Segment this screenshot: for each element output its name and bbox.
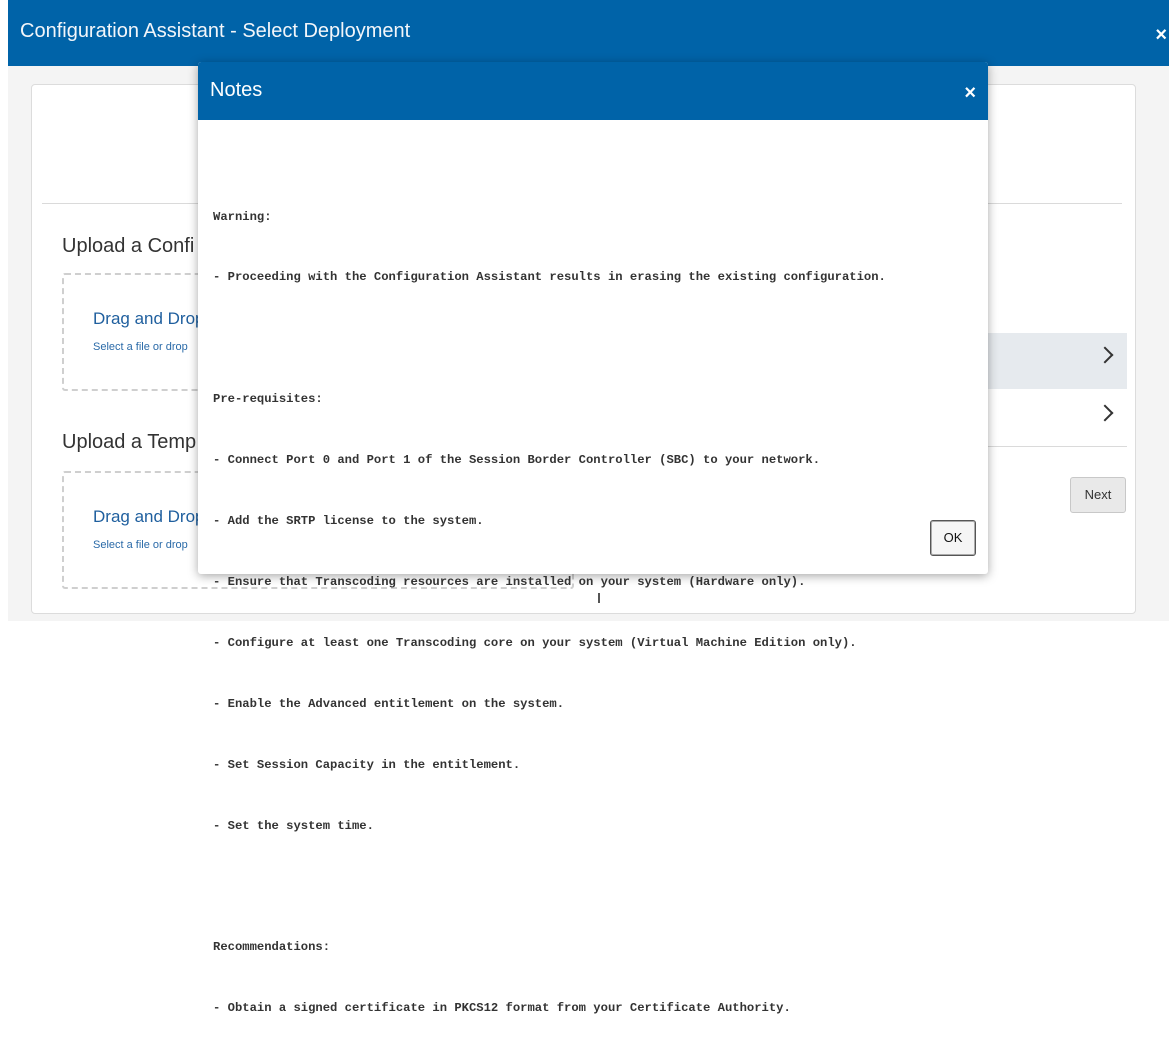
notes-line: - Add the SRTP license to the system.: [213, 514, 484, 529]
notes-line: - Enable the Advanced entitlement on the…: [213, 696, 565, 711]
chevron-right-icon: [1096, 404, 1114, 422]
dialog-title: Notes: [210, 79, 263, 101]
notes-line: - Proceeding with the Configuration Assi…: [213, 270, 886, 285]
upload-template-title: Upload a Temp: [62, 431, 197, 453]
notes-line: Pre-requisites:: [213, 392, 323, 407]
next-button[interactable]: Next: [1070, 477, 1126, 513]
dropzone-title: Drag and Drop: [93, 309, 205, 328]
notes-line: - Connect Port 0 and Port 1 of the Sessi…: [213, 453, 821, 468]
dropzone-subtitle[interactable]: Select a file or drop: [93, 341, 188, 353]
window-edge: [0, 0, 8, 621]
dialog-header: Notes ×: [198, 62, 988, 120]
ok-button[interactable]: OK: [930, 520, 976, 556]
notes-text: Warning: - Proceeding with the Configura…: [213, 166, 983, 1059]
notes-line: - Obtain a signed certificate in PKCS12 …: [213, 1001, 791, 1016]
chevron-right-icon: [1096, 346, 1114, 364]
notes-dialog: Notes × Warning: - Proceeding with the C…: [198, 62, 988, 1015]
upload-config-title: Upload a Confi: [62, 235, 195, 257]
notes-line: - Set the system time.: [213, 818, 374, 833]
title-bar: Configuration Assistant - Select Deploym…: [8, 0, 1169, 66]
dropzone-subtitle[interactable]: Select a file or drop: [93, 539, 188, 551]
notes-line: - Ensure that Transcoding resources are …: [213, 574, 806, 589]
window-close-icon[interactable]: ×: [1155, 24, 1167, 47]
dropzone-title: Drag and Drop: [93, 507, 205, 526]
notes-line: - Set Session Capacity in the entitlemen…: [213, 757, 521, 772]
notes-line: Recommendations:: [213, 940, 331, 955]
notes-line: [213, 876, 983, 896]
window-title: Configuration Assistant - Select Deploym…: [20, 20, 411, 42]
notes-line: Warning:: [213, 209, 272, 224]
dialog-close-icon[interactable]: ×: [964, 82, 976, 105]
notes-line: - Configure at least one Transcoding cor…: [213, 635, 857, 650]
notes-line: [213, 328, 983, 348]
